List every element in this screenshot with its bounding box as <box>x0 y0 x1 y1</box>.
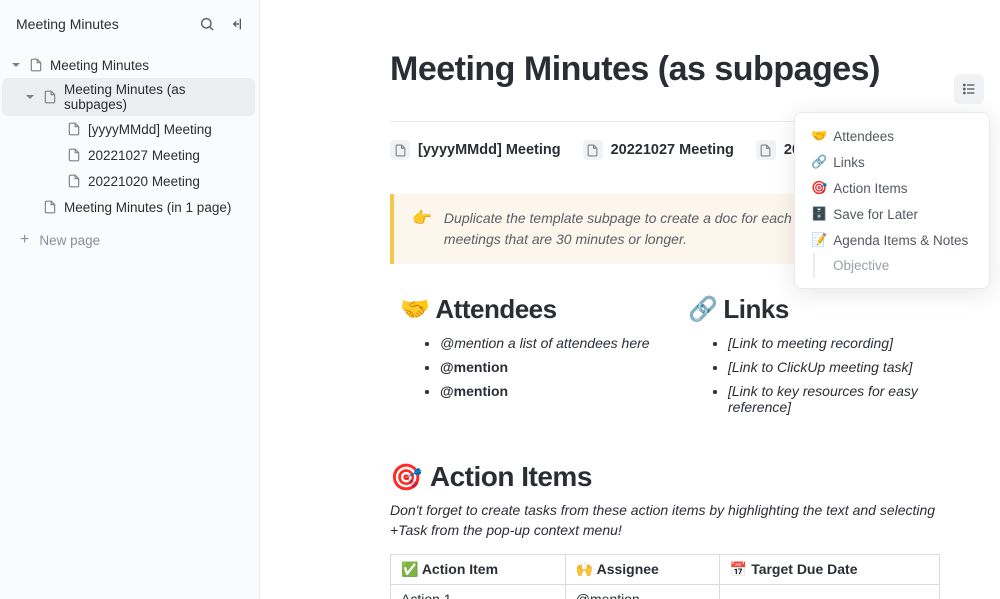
sidebar-actions <box>199 16 245 32</box>
tree-item-label: [yyyyMMdd] Meeting <box>88 122 212 137</box>
list-item: [Link to ClickUp meeting task] <box>728 359 940 375</box>
outline-label: Agenda Items & Notes <box>833 233 968 248</box>
attendees-column: 🤝 Attendees @mention a list of attendees… <box>400 294 652 423</box>
collapse-sidebar-icon[interactable] <box>229 16 245 32</box>
list-item: [Link to meeting recording] <box>728 335 940 351</box>
outline-popup: 🤝 Attendees 🔗 Links 🎯 Action Items 🗄️ Sa… <box>794 112 990 289</box>
links-column: 🔗 Links [Link to meeting recording] [Lin… <box>688 294 940 423</box>
new-page-label: New page <box>39 233 100 248</box>
outline-label: Links <box>833 155 865 170</box>
subpage-link-20221027[interactable]: 20221027 Meeting <box>583 140 734 160</box>
target-icon: 🎯 <box>390 462 422 493</box>
two-column-section: 🤝 Attendees @mention a list of attendees… <box>390 294 940 423</box>
new-page-button[interactable]: + New page <box>0 224 259 256</box>
subpage-label: [yyyyMMdd] Meeting <box>418 142 561 158</box>
doc-icon <box>390 140 410 160</box>
outline-item-agenda[interactable]: 📝 Agenda Items & Notes <box>799 227 985 253</box>
list-item: @mention a list of attendees here <box>440 335 652 351</box>
links-list[interactable]: [Link to meeting recording] [Link to Cli… <box>688 335 940 415</box>
outline-label: Attendees <box>833 129 894 144</box>
pointing-right-icon: 👉 <box>412 208 432 230</box>
list-item: @mention <box>440 359 652 375</box>
heading-text: Links <box>723 294 788 325</box>
link-icon: 🔗 <box>811 154 827 170</box>
action-items-heading[interactable]: 🎯 Action Items <box>390 461 940 493</box>
tree-item-label: Meeting Minutes (as subpages) <box>64 82 249 112</box>
tree-item-subpages[interactable]: Meeting Minutes (as subpages) <box>2 78 255 116</box>
handshake-icon: 🤝 <box>400 295 429 324</box>
page-title[interactable]: Meeting Minutes (as subpages) <box>390 50 940 89</box>
outline-item-links[interactable]: 🔗 Links <box>799 149 985 175</box>
sidebar-header: Meeting Minutes <box>0 6 259 50</box>
list-item: @mention <box>440 383 652 399</box>
tree-item-root[interactable]: Meeting Minutes <box>2 52 255 78</box>
outline-toggle-button[interactable] <box>954 74 984 104</box>
outline-label: Objective <box>833 258 889 273</box>
col-due-date[interactable]: 📅 Target Due Date <box>719 555 939 585</box>
list-item: [Link to key resources for easy referenc… <box>728 383 940 415</box>
chevron-down-icon[interactable] <box>10 59 22 71</box>
tree-item-template[interactable]: [yyyyMMdd] Meeting <box>2 116 255 142</box>
doc-icon <box>583 140 603 160</box>
tree-item-20221027[interactable]: 20221027 Meeting <box>2 142 255 168</box>
tree-item-20221020[interactable]: 20221020 Meeting <box>2 168 255 194</box>
doc-icon <box>66 147 82 163</box>
col-assignee[interactable]: 🙌 Assignee <box>565 555 719 585</box>
memo-icon: 📝 <box>811 232 827 248</box>
chevron-down-icon[interactable] <box>24 91 36 103</box>
outline-item-attendees[interactable]: 🤝 Attendees <box>799 123 985 149</box>
sidebar: Meeting Minutes Meeting Minutes <box>0 0 260 599</box>
plus-icon: + <box>20 232 29 248</box>
subpage-label: 20221027 Meeting <box>611 142 734 158</box>
doc-icon <box>28 57 44 73</box>
tree-item-label: 20221020 Meeting <box>88 174 200 189</box>
outline-label: Save for Later <box>833 207 918 222</box>
handshake-icon: 🤝 <box>811 128 827 144</box>
main-content: Meeting Minutes (as subpages) [yyyyMMdd]… <box>260 0 1000 599</box>
tree-item-label: Meeting Minutes (in 1 page) <box>64 200 231 215</box>
heading-text: Attendees <box>435 294 556 325</box>
heading-text: Action Items <box>430 461 592 493</box>
tree-item-label: 20221027 Meeting <box>88 148 200 163</box>
tree-item-onepage[interactable]: Meeting Minutes (in 1 page) <box>2 194 255 220</box>
tree-item-label: Meeting Minutes <box>50 58 149 73</box>
links-heading[interactable]: 🔗 Links <box>688 294 940 325</box>
page-tree: Meeting Minutes Meeting Minutes (as subp… <box>0 50 259 224</box>
doc-icon <box>42 89 58 105</box>
link-icon: 🔗 <box>688 295 717 324</box>
search-icon[interactable] <box>199 16 215 32</box>
col-action-item[interactable]: ✅ Action Item <box>391 555 566 585</box>
doc-icon <box>756 140 776 160</box>
outline-item-save-later[interactable]: 🗄️ Save for Later <box>799 201 985 227</box>
subpage-link-template[interactable]: [yyyyMMdd] Meeting <box>390 140 561 160</box>
attendees-heading[interactable]: 🤝 Attendees <box>400 294 652 325</box>
doc-icon <box>66 121 82 137</box>
doc-icon <box>42 199 58 215</box>
file-cabinet-icon: 🗄️ <box>811 206 827 222</box>
outline-label: Action Items <box>833 181 907 196</box>
action-items-table[interactable]: ✅ Action Item 🙌 Assignee 📅 Target Due Da… <box>390 554 940 599</box>
target-icon: 🎯 <box>811 180 827 196</box>
table-row[interactable]: Action 1 @mention <box>391 585 940 599</box>
outline-item-objective[interactable]: Objective <box>813 253 985 278</box>
doc-icon <box>66 173 82 189</box>
outline-item-action-items[interactable]: 🎯 Action Items <box>799 175 985 201</box>
attendees-list[interactable]: @mention a list of attendees here @menti… <box>400 335 652 399</box>
sidebar-title: Meeting Minutes <box>16 16 119 32</box>
action-items-note[interactable]: Don't forget to create tasks from these … <box>390 501 940 540</box>
